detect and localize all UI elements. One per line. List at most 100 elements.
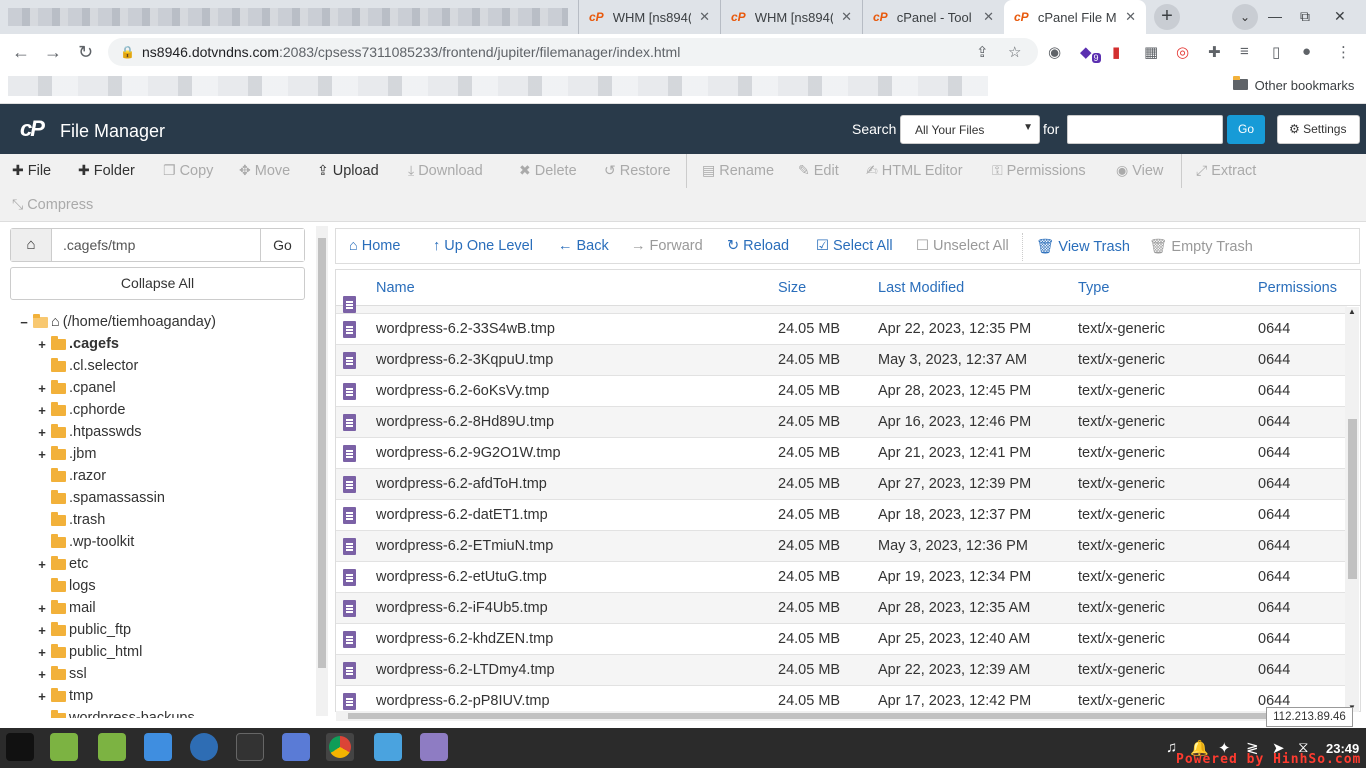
profile-avatar-icon[interactable]: ● — [1302, 43, 1311, 60]
tree-folder[interactable]: .wp-toolkit — [36, 531, 134, 553]
app-icon[interactable] — [374, 733, 402, 761]
table-row[interactable]: wordpress-6.2-datET1.tmp 24.05 MB Apr 18, … — [336, 500, 1347, 531]
files-icon[interactable] — [50, 733, 78, 761]
tree-folder[interactable]: + .cpanel — [36, 377, 116, 399]
browser-tab-whm-2[interactable]: cP WHM [ns894(✕ — [720, 0, 862, 34]
edit-button[interactable]: ✎ Edit — [798, 162, 839, 179]
kebab-menu-icon[interactable]: ⋮ — [1336, 43, 1351, 61]
extract-button[interactable]: ⤢ Extract — [1196, 162, 1256, 179]
expand-icon[interactable]: + — [36, 557, 48, 572]
back-arrow-icon[interactable]: ← — [12, 42, 30, 63]
up-one-level-button[interactable]: ↑ Up One Level — [433, 238, 533, 254]
bookmark-star-icon[interactable]: ☆ — [1008, 43, 1021, 61]
path-go-button[interactable]: Go — [260, 229, 304, 261]
download-button[interactable]: ⤓ Download — [408, 162, 483, 179]
reading-list-icon[interactable]: ≡ — [1240, 43, 1249, 60]
home-button[interactable]: ⌂ Home — [349, 238, 400, 254]
collapse-all-button[interactable]: Collapse All — [10, 267, 305, 300]
close-icon[interactable]: ✕ — [699, 9, 710, 25]
table-row[interactable]: wordpress-6.2-pP8IUV.tmp 24.05 MB Apr 17, … — [336, 686, 1347, 711]
reload-button[interactable]: ↻ Reload — [727, 238, 789, 254]
rss-reader-icon[interactable] — [144, 733, 172, 761]
scroll-thumb[interactable] — [1348, 419, 1357, 579]
terminal-icon[interactable] — [236, 733, 264, 761]
tree-folder[interactable]: wordpress-backups — [36, 707, 195, 718]
tree-folder[interactable]: + .cagefs — [36, 333, 119, 355]
expand-icon[interactable]: + — [36, 403, 48, 418]
side-panel-icon[interactable]: ▯ — [1272, 43, 1280, 61]
compress-button[interactable]: ⤡ Compress — [12, 196, 93, 213]
column-name[interactable]: Name — [376, 280, 415, 296]
search-go-button[interactable]: Go — [1227, 115, 1265, 144]
tree-folder[interactable]: logs — [36, 575, 96, 597]
close-icon[interactable]: ✕ — [1125, 9, 1136, 25]
tree-folder[interactable]: .trash — [36, 509, 105, 531]
path-input[interactable]: .cagefs/tmp — [63, 237, 135, 253]
scroll-thumb[interactable] — [318, 238, 326, 668]
new-folder-button[interactable]: ✚ Folder — [78, 162, 135, 179]
network-icon[interactable] — [190, 733, 218, 761]
tree-folder[interactable]: + .cphorde — [36, 399, 125, 421]
tree-folder[interactable]: .spamassassin — [36, 487, 165, 509]
column-last-modified[interactable]: Last Modified — [878, 280, 964, 296]
table-row[interactable]: wordpress-6.2-6oKsVy.tmp 24.05 MB Apr 28, … — [336, 376, 1347, 407]
collapse-icon[interactable]: − — [18, 315, 30, 330]
settings-button[interactable]: ⚙ Settings — [1277, 115, 1360, 144]
table-row[interactable]: wordpress-6.2-3KqpuU.tmp 24.05 MB May 3, 2… — [336, 345, 1347, 376]
home-icon[interactable]: ⌂ — [11, 229, 52, 261]
column-size[interactable]: Size — [778, 280, 806, 296]
expand-icon[interactable]: + — [36, 645, 48, 660]
table-row[interactable]: wordpress-6.2-LTDmy4.tmp 24.05 MB Apr 22, … — [336, 655, 1347, 686]
puzzle-extensions-icon[interactable]: ✚ — [1208, 43, 1221, 61]
empty-trash-button[interactable]: 🗑 Empty Trash — [1149, 238, 1253, 256]
table-row[interactable]: wordpress-6.2-33S4wB.tmp 24.05 MB Apr 22, … — [336, 314, 1347, 345]
tree-folder[interactable]: + tmp — [36, 685, 93, 707]
share-icon[interactable]: ⇪ — [976, 43, 989, 61]
extension-icon[interactable]: ◉ — [1048, 43, 1061, 61]
expand-icon[interactable]: + — [36, 337, 48, 352]
table-row[interactable]: wordpress-6.2-9G2O1W.tmp 24.05 MB Apr 21, … — [336, 438, 1347, 469]
tree-folder[interactable]: + public_html — [36, 641, 142, 663]
record-extension-icon[interactable]: ◎ — [1176, 43, 1189, 61]
table-scrollbar[interactable]: ▲▼ — [1345, 307, 1359, 712]
expand-icon[interactable]: + — [36, 623, 48, 638]
horizontal-scrollbar[interactable] — [336, 711, 1346, 721]
tree-folder[interactable]: + mail — [36, 597, 96, 619]
linux-menu-icon[interactable] — [6, 733, 34, 761]
browser-tab-whm-1[interactable]: cP WHM [ns894(✕ — [578, 0, 720, 34]
search-input[interactable] — [1067, 115, 1223, 144]
copy-button[interactable]: ❐ Copy — [163, 162, 213, 179]
forward-arrow-icon[interactable]: → — [44, 42, 62, 63]
other-bookmarks[interactable]: Other bookmarks — [1230, 76, 1354, 93]
back-button[interactable]: ← Back — [558, 238, 609, 254]
left-scrollbar[interactable] — [316, 226, 328, 716]
tab-search-button[interactable]: ⌄ — [1232, 4, 1258, 30]
browser-tab-file-manager[interactable]: cP cPanel File M ✕ — [1004, 0, 1146, 34]
table-row[interactable]: wordpress-6.2-ETmiuN.tmp 24.05 MB May 3, 2… — [336, 531, 1347, 562]
restore-button[interactable]: ↺ Restore — [604, 162, 671, 179]
maximize-icon[interactable]: ⧉ — [1300, 8, 1310, 25]
rename-button[interactable]: ▤ Rename — [702, 162, 774, 179]
new-tab-button[interactable]: + — [1154, 4, 1180, 30]
forward-button[interactable]: → Forward — [631, 238, 703, 254]
tree-folder[interactable]: + ssl — [36, 663, 87, 685]
column-type[interactable]: Type — [1078, 280, 1109, 296]
scroll-thumb[interactable] — [348, 713, 1278, 719]
tree-folder[interactable]: .cl.selector — [36, 355, 138, 377]
folder-icon[interactable] — [98, 733, 126, 761]
browser-tab-cpanel-tools[interactable]: cP cPanel - Tool ✕ — [862, 0, 1004, 34]
view-button[interactable]: ◉ View — [1116, 162, 1163, 179]
table-row[interactable]: wordpress-6.2-8Hd89U.tmp 24.05 MB Apr 16, … — [336, 407, 1347, 438]
scroll-up-icon[interactable]: ▲ — [1348, 307, 1356, 316]
expand-icon[interactable]: + — [36, 689, 48, 704]
upload-button[interactable]: ⇪ Upload — [317, 162, 379, 179]
new-file-button[interactable]: ✚ File — [12, 162, 51, 179]
delete-button[interactable]: ✖ Delete — [519, 162, 577, 179]
tree-folder[interactable]: + .jbm — [36, 443, 96, 465]
tree-folder[interactable]: + .htpasswds — [36, 421, 142, 443]
flag-extension-icon[interactable]: ▮ — [1112, 43, 1120, 61]
extension-icon[interactable]: ◆ 9 — [1080, 43, 1101, 63]
permissions-button[interactable]: ⚿ Permissions — [992, 162, 1086, 179]
close-icon[interactable]: ✕ — [983, 9, 994, 25]
move-button[interactable]: ✥ Move — [239, 162, 290, 179]
